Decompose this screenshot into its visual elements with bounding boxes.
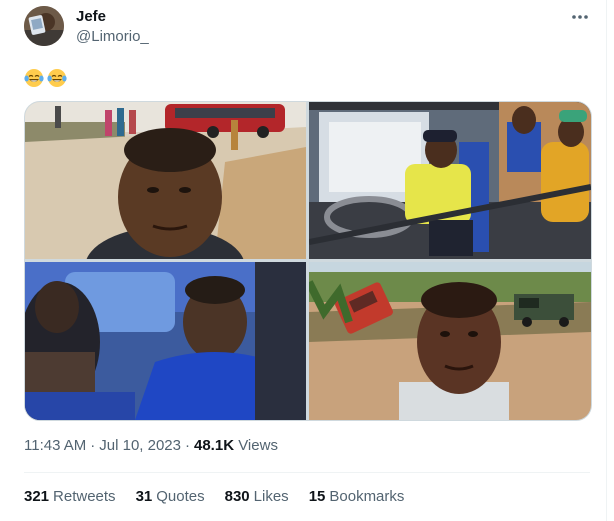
posted-time: 11:43 AM — [24, 437, 87, 454]
retweets-stat[interactable]: 321 Retweets — [24, 487, 116, 507]
tweet-card: Jefe @Limorio_ 11:43 AM · Jul 10, 2023 ·… — [0, 0, 614, 521]
tweet-meta: 11:43 AM · Jul 10, 2023 · 48.1K Views — [24, 436, 278, 456]
timeline-border — [606, 0, 607, 521]
bookmarks-label: Bookmarks — [329, 488, 405, 505]
avatar-photo — [24, 6, 64, 46]
bookmarks-stat[interactable]: 15 Bookmarks — [309, 487, 405, 507]
photo-overturned-bus-selfie — [309, 262, 591, 420]
likes-stat[interactable]: 830 Likes — [225, 487, 289, 507]
meta-separator: · — [185, 437, 190, 454]
retweets-count: 321 — [24, 488, 50, 505]
media-grid — [24, 101, 592, 421]
avatar[interactable] — [24, 6, 64, 46]
tweet-text — [24, 64, 70, 90]
face-with-tears-of-joy-icon — [47, 68, 67, 87]
media-photo-2[interactable] — [309, 102, 591, 259]
photo-bus-passengers — [25, 262, 306, 420]
retweets-label: Retweets — [53, 488, 116, 505]
photo-bus-driver — [309, 102, 591, 259]
media-photo-1[interactable] — [25, 102, 306, 259]
tweet-timestamp[interactable]: 11:43 AM · Jul 10, 2023 — [24, 437, 181, 454]
quotes-stat[interactable]: 31 Quotes — [136, 487, 205, 507]
more-options-button[interactable] — [566, 6, 594, 28]
likes-count: 830 — [224, 488, 250, 505]
divider — [24, 472, 590, 473]
media-photo-4[interactable] — [309, 262, 591, 420]
meta-separator: · — [90, 437, 96, 454]
quotes-label: Quotes — [156, 488, 205, 505]
quotes-count: 31 — [135, 488, 153, 505]
author-display-name[interactable]: Jefe — [76, 8, 106, 26]
more-dots-icon — [572, 15, 588, 19]
engagement-stats: 321 Retweets 31 Quotes 830 Likes 15 Bookmark… — [24, 487, 404, 507]
face-with-tears-of-joy-icon — [24, 68, 44, 87]
likes-label: Likes — [253, 488, 289, 505]
author-handle[interactable]: @Limorio_ — [76, 28, 149, 46]
views-label: Views — [238, 437, 278, 454]
views-count: 48.1K — [194, 437, 235, 454]
media-photo-3[interactable] — [25, 262, 306, 420]
bookmarks-count: 15 — [308, 488, 326, 505]
photo-roadside-selfie — [25, 102, 306, 259]
posted-date: Jul 10, 2023 — [99, 437, 181, 454]
